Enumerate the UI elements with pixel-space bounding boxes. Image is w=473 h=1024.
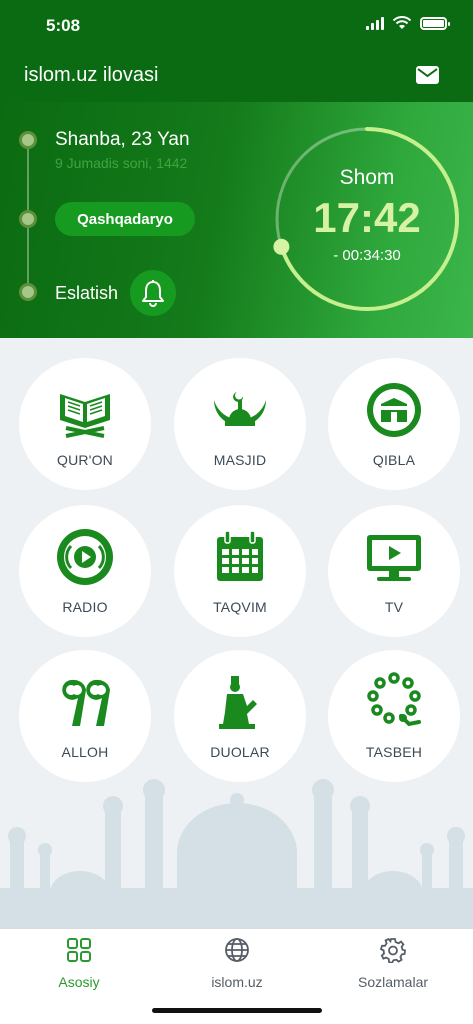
tile-label: MASJID (213, 452, 267, 468)
allah-icon (62, 679, 110, 726)
wifi-icon (392, 16, 412, 29)
bell-icon (142, 280, 164, 307)
home-indicator (152, 1008, 322, 1013)
nav-label: Sozlamalar (357, 974, 429, 990)
region-button[interactable]: Qashqadaryo (55, 202, 195, 236)
tile-taqvim[interactable]: TAQVIM (174, 505, 306, 637)
tv-icon (367, 535, 421, 581)
prayer-name: Shom (339, 166, 395, 189)
app-title: islom.uz ilovasi (24, 64, 159, 86)
grid-icon (67, 938, 91, 962)
prayer-time: 17:42 (313, 194, 421, 241)
radio-icon (57, 529, 113, 585)
tile-radio[interactable]: RADIO (19, 505, 151, 637)
tile-tasbeh[interactable]: TASBEH (328, 650, 460, 782)
kaaba-icon (367, 383, 421, 437)
tile-quran[interactable]: QUR'ON (19, 358, 151, 490)
prayer-icon (219, 676, 257, 729)
tile-label: TAQVIM (213, 599, 267, 615)
nav-label: Asosiy (58, 974, 100, 990)
nav-label: islom.uz (211, 974, 263, 990)
nav-islom-uz[interactable]: islom.uz (177, 937, 297, 990)
calendar-icon (217, 530, 263, 581)
mosque-skyline-background (0, 779, 473, 928)
tile-label: QUR'ON (57, 452, 113, 468)
mail-icon[interactable] (416, 66, 439, 84)
tile-masjid[interactable]: MASJID (174, 358, 306, 490)
hijri-date: 9 Jumadis soni, 1442 (55, 155, 188, 171)
gear-icon (379, 937, 406, 965)
nav-asosiy[interactable]: Asosiy (19, 937, 139, 990)
tile-duolar[interactable]: DUOLAR (174, 650, 306, 782)
nav-sozlamalar[interactable]: Sozlamalar (333, 937, 453, 990)
timeline-dot (19, 210, 37, 228)
tile-label: TASBEH (365, 744, 423, 760)
reminder-button[interactable] (130, 270, 176, 316)
mosque-icon (214, 392, 266, 426)
status-time: 5:08 (46, 16, 81, 35)
tile-label: TV (384, 599, 404, 615)
status-icons (366, 16, 450, 30)
current-date: Shanba, 23 Yan (55, 129, 190, 150)
signal-icon (366, 16, 384, 30)
battery-icon (420, 16, 450, 30)
reminder-label: Eslatish (55, 283, 119, 303)
tile-alloh[interactable]: ALLOH (19, 650, 151, 782)
prayer-countdown: - 00:34:30 (333, 247, 401, 264)
tile-label: QIBLA (372, 452, 416, 468)
tasbeh-icon (367, 672, 421, 727)
quran-icon (60, 394, 110, 438)
app-header: 5:08 islom.uz ilovasi (0, 0, 473, 102)
tile-tv[interactable]: TV (328, 505, 460, 637)
status-bar: 5:08 (0, 0, 473, 50)
tile-label: DUOLAR (210, 744, 270, 760)
globe-icon (225, 938, 249, 962)
timeline-dot (19, 131, 37, 149)
timeline-dot (19, 283, 37, 301)
prayer-hero: Shanba, 23 Yan 9 Jumadis soni, 1442 Qash… (0, 102, 473, 338)
tile-qibla[interactable]: QIBLA (328, 358, 460, 490)
tile-label: RADIO (62, 599, 108, 615)
tile-label: ALLOH (61, 744, 109, 760)
